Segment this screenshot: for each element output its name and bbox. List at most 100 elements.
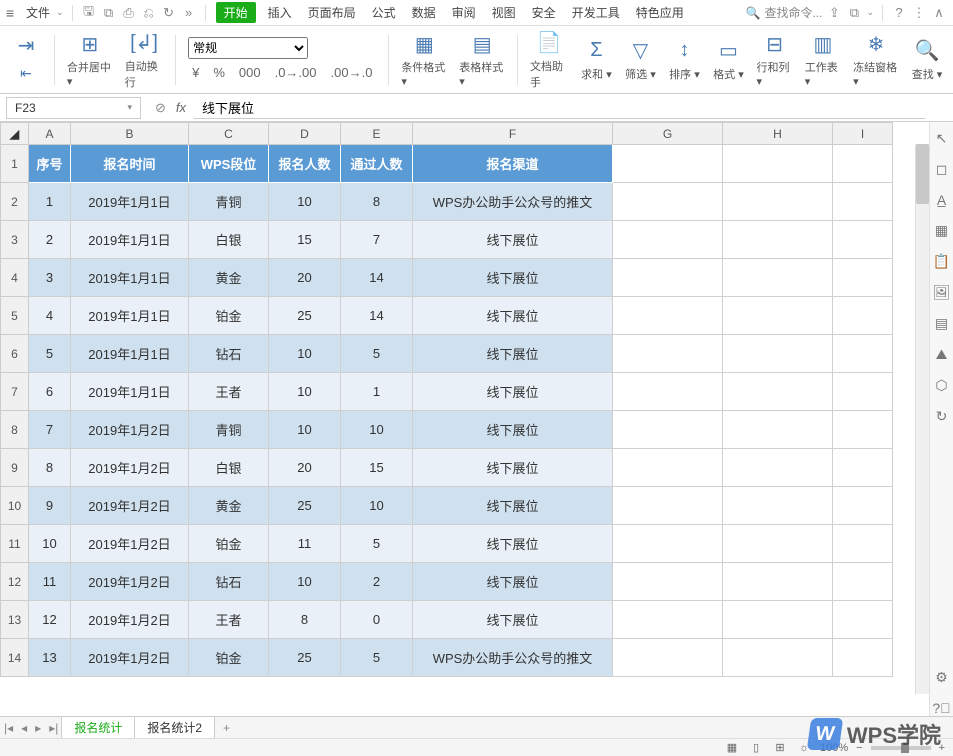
data-cell[interactable]: 2019年1月2日 bbox=[71, 525, 189, 563]
data-cell[interactable]: 线下展位 bbox=[413, 221, 613, 259]
data-cell[interactable]: 线下展位 bbox=[413, 411, 613, 449]
tab-security[interactable]: 安全 bbox=[526, 2, 562, 23]
data-cell[interactable]: 25 bbox=[269, 297, 341, 335]
data-cell[interactable]: 线下展位 bbox=[413, 449, 613, 487]
empty-cell[interactable] bbox=[833, 411, 893, 449]
data-cell[interactable]: 5 bbox=[341, 639, 413, 677]
data-cell[interactable]: 7 bbox=[29, 411, 71, 449]
data-cell[interactable]: 青铜 bbox=[189, 183, 269, 221]
data-cell[interactable]: 王者 bbox=[189, 601, 269, 639]
tab-review[interactable]: 审阅 bbox=[446, 2, 482, 23]
empty-cell[interactable] bbox=[613, 221, 723, 259]
data-cell[interactable]: 青铜 bbox=[189, 411, 269, 449]
sort-button[interactable]: ↕ 排序 ▾ bbox=[668, 38, 700, 82]
select-all-corner[interactable]: ◢ bbox=[1, 123, 29, 145]
data-cell[interactable]: 10 bbox=[341, 487, 413, 525]
data-cell[interactable]: 黄金 bbox=[189, 259, 269, 297]
refresh-icon[interactable]: ↻ bbox=[936, 408, 948, 425]
data-cell[interactable]: 线下展位 bbox=[413, 525, 613, 563]
format-button[interactable]: ▭ 格式 ▾ bbox=[712, 38, 744, 82]
empty-cell[interactable] bbox=[833, 487, 893, 525]
tab-formula[interactable]: 公式 bbox=[366, 2, 402, 23]
empty-cell[interactable] bbox=[613, 183, 723, 221]
increase-decimal-button[interactable]: .0→.00 bbox=[271, 63, 321, 82]
empty-cell[interactable] bbox=[613, 449, 723, 487]
data-cell[interactable]: 铂金 bbox=[189, 525, 269, 563]
settings-icon[interactable]: ⚙ bbox=[935, 669, 948, 686]
data-cell[interactable]: 2019年1月1日 bbox=[71, 297, 189, 335]
data-cell[interactable]: 10 bbox=[269, 335, 341, 373]
header-cell[interactable]: WPS段位 bbox=[189, 145, 269, 183]
empty-cell[interactable] bbox=[833, 639, 893, 677]
tab-nav-first-icon[interactable]: |◂ bbox=[0, 721, 17, 735]
header-cell[interactable]: 报名渠道 bbox=[413, 145, 613, 183]
data-cell[interactable]: 10 bbox=[269, 563, 341, 601]
empty-cell[interactable] bbox=[723, 449, 833, 487]
select-icon[interactable]: ◻ bbox=[936, 161, 948, 178]
empty-cell[interactable] bbox=[723, 183, 833, 221]
data-cell[interactable]: 9 bbox=[29, 487, 71, 525]
decrease-decimal-button[interactable]: .00→.0 bbox=[327, 63, 377, 82]
data-cell[interactable]: 钻石 bbox=[189, 563, 269, 601]
empty-cell[interactable] bbox=[723, 487, 833, 525]
data-cell[interactable]: 10 bbox=[269, 373, 341, 411]
empty-cell[interactable] bbox=[723, 411, 833, 449]
data-cell[interactable]: 线下展位 bbox=[413, 487, 613, 525]
empty-cell[interactable] bbox=[833, 601, 893, 639]
formula-input[interactable] bbox=[194, 97, 925, 119]
data-cell[interactable]: 7 bbox=[341, 221, 413, 259]
column-header[interactable]: I bbox=[833, 123, 893, 145]
fx-label[interactable]: fx bbox=[176, 100, 186, 115]
empty-cell[interactable] bbox=[723, 335, 833, 373]
row-header[interactable]: 8 bbox=[1, 411, 29, 449]
row-header[interactable]: 10 bbox=[1, 487, 29, 525]
empty-cell[interactable] bbox=[613, 373, 723, 411]
sum-button[interactable]: Σ 求和 ▾ bbox=[580, 38, 612, 82]
header-cell[interactable]: 报名时间 bbox=[71, 145, 189, 183]
print-icon[interactable]: ⎙ bbox=[121, 5, 137, 21]
row-header[interactable]: 6 bbox=[1, 335, 29, 373]
view-page-icon[interactable]: ▯ bbox=[748, 741, 764, 754]
empty-cell[interactable] bbox=[833, 183, 893, 221]
sheet-tab-active[interactable]: 报名统计 bbox=[61, 716, 135, 740]
data-cell[interactable]: 铂金 bbox=[189, 297, 269, 335]
data-cell[interactable]: 2019年1月2日 bbox=[71, 411, 189, 449]
data-cell[interactable]: 15 bbox=[341, 449, 413, 487]
data-cell[interactable]: 25 bbox=[269, 487, 341, 525]
data-cell[interactable]: 2019年1月1日 bbox=[71, 259, 189, 297]
data-cell[interactable]: 14 bbox=[341, 297, 413, 335]
help-icon[interactable]: ? bbox=[891, 5, 907, 21]
empty-cell[interactable] bbox=[833, 335, 893, 373]
data-cell[interactable]: 12 bbox=[29, 601, 71, 639]
empty-cell[interactable] bbox=[613, 335, 723, 373]
empty-cell[interactable] bbox=[613, 411, 723, 449]
tab-layout[interactable]: 页面布局 bbox=[302, 2, 362, 23]
data-cell[interactable]: 1 bbox=[29, 183, 71, 221]
empty-cell[interactable] bbox=[833, 373, 893, 411]
data-cell[interactable]: 6 bbox=[29, 373, 71, 411]
data-cell[interactable]: 20 bbox=[269, 449, 341, 487]
empty-cell[interactable] bbox=[723, 297, 833, 335]
file-menu[interactable]: 文件 bbox=[24, 4, 52, 21]
data-cell[interactable]: 0 bbox=[341, 601, 413, 639]
empty-cell[interactable] bbox=[833, 449, 893, 487]
empty-cell[interactable] bbox=[833, 259, 893, 297]
data-cell[interactable]: 5 bbox=[29, 335, 71, 373]
redo-icon[interactable]: ↻ bbox=[161, 5, 177, 21]
chevron-down-icon[interactable]: ⌄ bbox=[866, 7, 874, 18]
empty-cell[interactable] bbox=[833, 563, 893, 601]
header-cell[interactable]: 序号 bbox=[29, 145, 71, 183]
cond-format-button[interactable]: ▦ 条件格式 ▾ bbox=[401, 31, 447, 88]
tab-nav-next-icon[interactable]: ▸ bbox=[31, 721, 45, 735]
tab-start[interactable]: 开始 bbox=[216, 2, 256, 23]
data-cell[interactable]: 11 bbox=[269, 525, 341, 563]
header-cell[interactable]: 报名人数 bbox=[269, 145, 341, 183]
empty-cell[interactable] bbox=[833, 297, 893, 335]
data-cell[interactable]: 8 bbox=[341, 183, 413, 221]
more-icon[interactable]: » bbox=[181, 5, 197, 21]
empty-cell[interactable] bbox=[613, 639, 723, 677]
empty-cell[interactable] bbox=[613, 601, 723, 639]
data-cell[interactable]: 2019年1月2日 bbox=[71, 449, 189, 487]
data-cell[interactable]: 2019年1月2日 bbox=[71, 563, 189, 601]
data-cell[interactable]: 线下展位 bbox=[413, 601, 613, 639]
